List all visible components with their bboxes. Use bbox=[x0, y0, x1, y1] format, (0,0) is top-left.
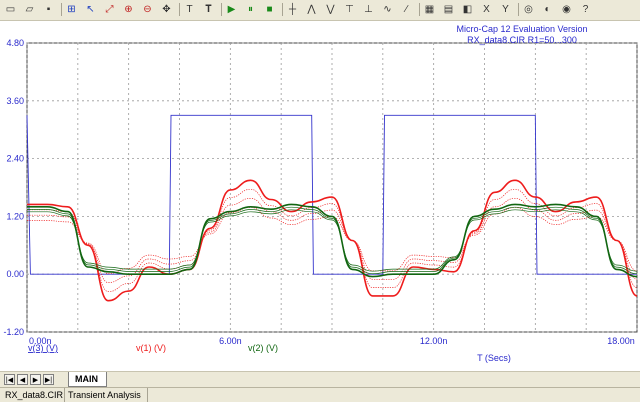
tokens-button[interactable]: ◧ bbox=[460, 2, 475, 17]
inflection-button[interactable]: ∿ bbox=[380, 2, 395, 17]
tab-main[interactable]: MAIN bbox=[68, 372, 107, 387]
toolbar-separator bbox=[282, 3, 283, 16]
file-button[interactable]: ▭ bbox=[3, 2, 18, 17]
bold-text-icon: 𝐓 bbox=[205, 3, 212, 15]
go-to-y-button[interactable]: Y bbox=[498, 2, 513, 17]
open-folder-button[interactable]: ▱ bbox=[22, 2, 37, 17]
y-tick-label: -1.20 bbox=[3, 327, 24, 337]
open-folder-icon: ▱ bbox=[25, 3, 34, 15]
high-icon: ⊤ bbox=[345, 3, 354, 15]
pause-button[interactable]: ⏸ bbox=[243, 2, 258, 17]
plot-title-line1: Micro-Cap 12 Evaluation Version bbox=[456, 24, 587, 34]
run-button[interactable]: ▶ bbox=[224, 2, 239, 17]
legend-v3[interactable]: v(3) (V) bbox=[28, 343, 58, 353]
cursor-mode-button[interactable]: ┼ bbox=[285, 2, 300, 17]
animate-icon: ◐ bbox=[544, 3, 551, 15]
toolbar-separator bbox=[221, 3, 222, 16]
plot-area[interactable]: 4.80 3.60 2.40 1.20 0.00 -1.20 0.00n 6.00n 12.00… bbox=[0, 21, 640, 367]
graph-layout-button[interactable]: ▦ bbox=[422, 2, 437, 17]
table-icon: ▤ bbox=[443, 3, 454, 15]
stepping-button[interactable]: ⊞ bbox=[64, 2, 79, 17]
x-axis-label: T (Secs) bbox=[477, 353, 511, 363]
y-tick-label: 2.40 bbox=[6, 154, 24, 164]
page-tabs-bar: |◀ ◀ ▶ ▶| MAIN bbox=[0, 371, 640, 387]
zoom-out-icon: ⊖ bbox=[143, 3, 152, 15]
stop-button[interactable]: ■ bbox=[262, 2, 277, 17]
low-button[interactable]: ⊥ bbox=[361, 2, 376, 17]
plot-grid bbox=[26, 42, 638, 333]
transient-plot[interactable]: 4.803.602.401.200.00-1.200.00n 6.00n 12.00… bbox=[0, 21, 640, 367]
panning-icon: ✥ bbox=[162, 3, 171, 15]
peak-button[interactable]: ⋀ bbox=[304, 2, 319, 17]
trace-v2[interactable] bbox=[26, 203, 638, 278]
properties-icon: ◉ bbox=[562, 3, 571, 15]
go-to-x-icon: X bbox=[483, 3, 490, 15]
panning-button[interactable]: ✥ bbox=[159, 2, 174, 17]
prev-page-button[interactable]: ◀ bbox=[17, 374, 28, 385]
toolbar-separator bbox=[179, 3, 180, 16]
help-icon: ? bbox=[582, 3, 589, 15]
zoom-button[interactable]: ⊕ bbox=[121, 2, 136, 17]
toolbar: ▭ ▱ ▪ ⊞ ↖ ⤢ ⊕ ⊖ ✥ T 𝐓 ▶ ⏸ ■ ┼ ⋀ ⋁ ⊤ ⊥ ∿ ∕ ▦ ▤ ◧ X Y ◎ ◐ ◉? bbox=[0, 0, 640, 21]
valley-button[interactable]: ⋁ bbox=[323, 2, 338, 17]
peak-icon: ⋀ bbox=[307, 3, 316, 15]
performance-button[interactable]: ◎ bbox=[521, 2, 536, 17]
valley-icon: ⋁ bbox=[326, 3, 335, 15]
animate-button[interactable]: ◐ bbox=[540, 2, 555, 17]
high-button[interactable]: ⊤ bbox=[342, 2, 357, 17]
text-button[interactable]: T bbox=[182, 2, 197, 17]
file-icon: ▭ bbox=[5, 3, 16, 15]
stepping-icon: ⊞ bbox=[67, 3, 76, 15]
table-button[interactable]: ▤ bbox=[441, 2, 456, 17]
select-icon: ↖ bbox=[86, 3, 95, 15]
x-tick-label: 6.00n bbox=[219, 336, 242, 346]
select-button[interactable]: ↖ bbox=[83, 2, 98, 17]
x-tick-label: 12.00n bbox=[420, 336, 448, 346]
x-tick-label: 18.00n bbox=[607, 336, 635, 346]
first-page-button[interactable]: |◀ bbox=[4, 374, 15, 385]
next-page-button[interactable]: ▶ bbox=[30, 374, 41, 385]
save-icon: ▪ bbox=[46, 3, 51, 15]
toolbar-separator bbox=[419, 3, 420, 16]
scale-button[interactable]: ⤢ bbox=[102, 2, 117, 17]
toolbar-separator bbox=[61, 3, 62, 16]
performance-icon: ◎ bbox=[524, 3, 533, 15]
y-tick-label: 3.60 bbox=[6, 96, 24, 106]
y-tick-label: 1.20 bbox=[6, 211, 24, 221]
toolbar-separator bbox=[518, 3, 519, 16]
y-tick-label: 0.00 bbox=[6, 269, 24, 279]
legend-v1[interactable]: v(1) (V) bbox=[136, 343, 166, 353]
cursor-mode-icon: ┼ bbox=[288, 3, 297, 15]
go-to-x-button[interactable]: X bbox=[479, 2, 494, 17]
bold-text-button[interactable]: 𝐓 bbox=[201, 2, 216, 17]
save-button[interactable]: ▪ bbox=[41, 2, 56, 17]
status-bar: RX_data8.CIR Transient Analysis bbox=[0, 387, 640, 402]
low-icon: ⊥ bbox=[364, 3, 373, 15]
text-icon: T bbox=[186, 3, 193, 15]
axis-ticks: 4.803.602.401.200.00-1.200.00n 6.00n 12.00… bbox=[3, 38, 634, 346]
slope-button[interactable]: ∕ bbox=[399, 2, 414, 17]
run-icon: ▶ bbox=[227, 3, 236, 15]
stop-icon: ■ bbox=[266, 3, 273, 15]
graph-layout-icon: ▦ bbox=[424, 3, 435, 15]
inflection-icon: ∿ bbox=[383, 3, 392, 15]
go-to-y-icon: Y bbox=[502, 3, 509, 15]
help-button[interactable]: ? bbox=[578, 2, 593, 17]
status-mode: Transient Analysis bbox=[64, 388, 148, 402]
properties-button[interactable]: ◉ bbox=[559, 2, 574, 17]
tokens-icon: ◧ bbox=[462, 3, 473, 15]
scale-icon: ⤢ bbox=[105, 3, 114, 15]
plot-title-line2: RX_data8.CIR R1=50...300 bbox=[467, 35, 577, 45]
slope-icon: ∕ bbox=[405, 3, 408, 15]
zoom-out-button[interactable]: ⊖ bbox=[140, 2, 155, 17]
y-tick-label: 4.80 bbox=[6, 38, 24, 48]
status-file: RX_data8.CIR bbox=[2, 388, 65, 402]
last-page-button[interactable]: ▶| bbox=[43, 374, 54, 385]
zoom-icon: ⊕ bbox=[124, 3, 133, 15]
pause-icon: ⏸ bbox=[248, 3, 253, 15]
legend-v2[interactable]: v(2) (V) bbox=[248, 343, 278, 353]
